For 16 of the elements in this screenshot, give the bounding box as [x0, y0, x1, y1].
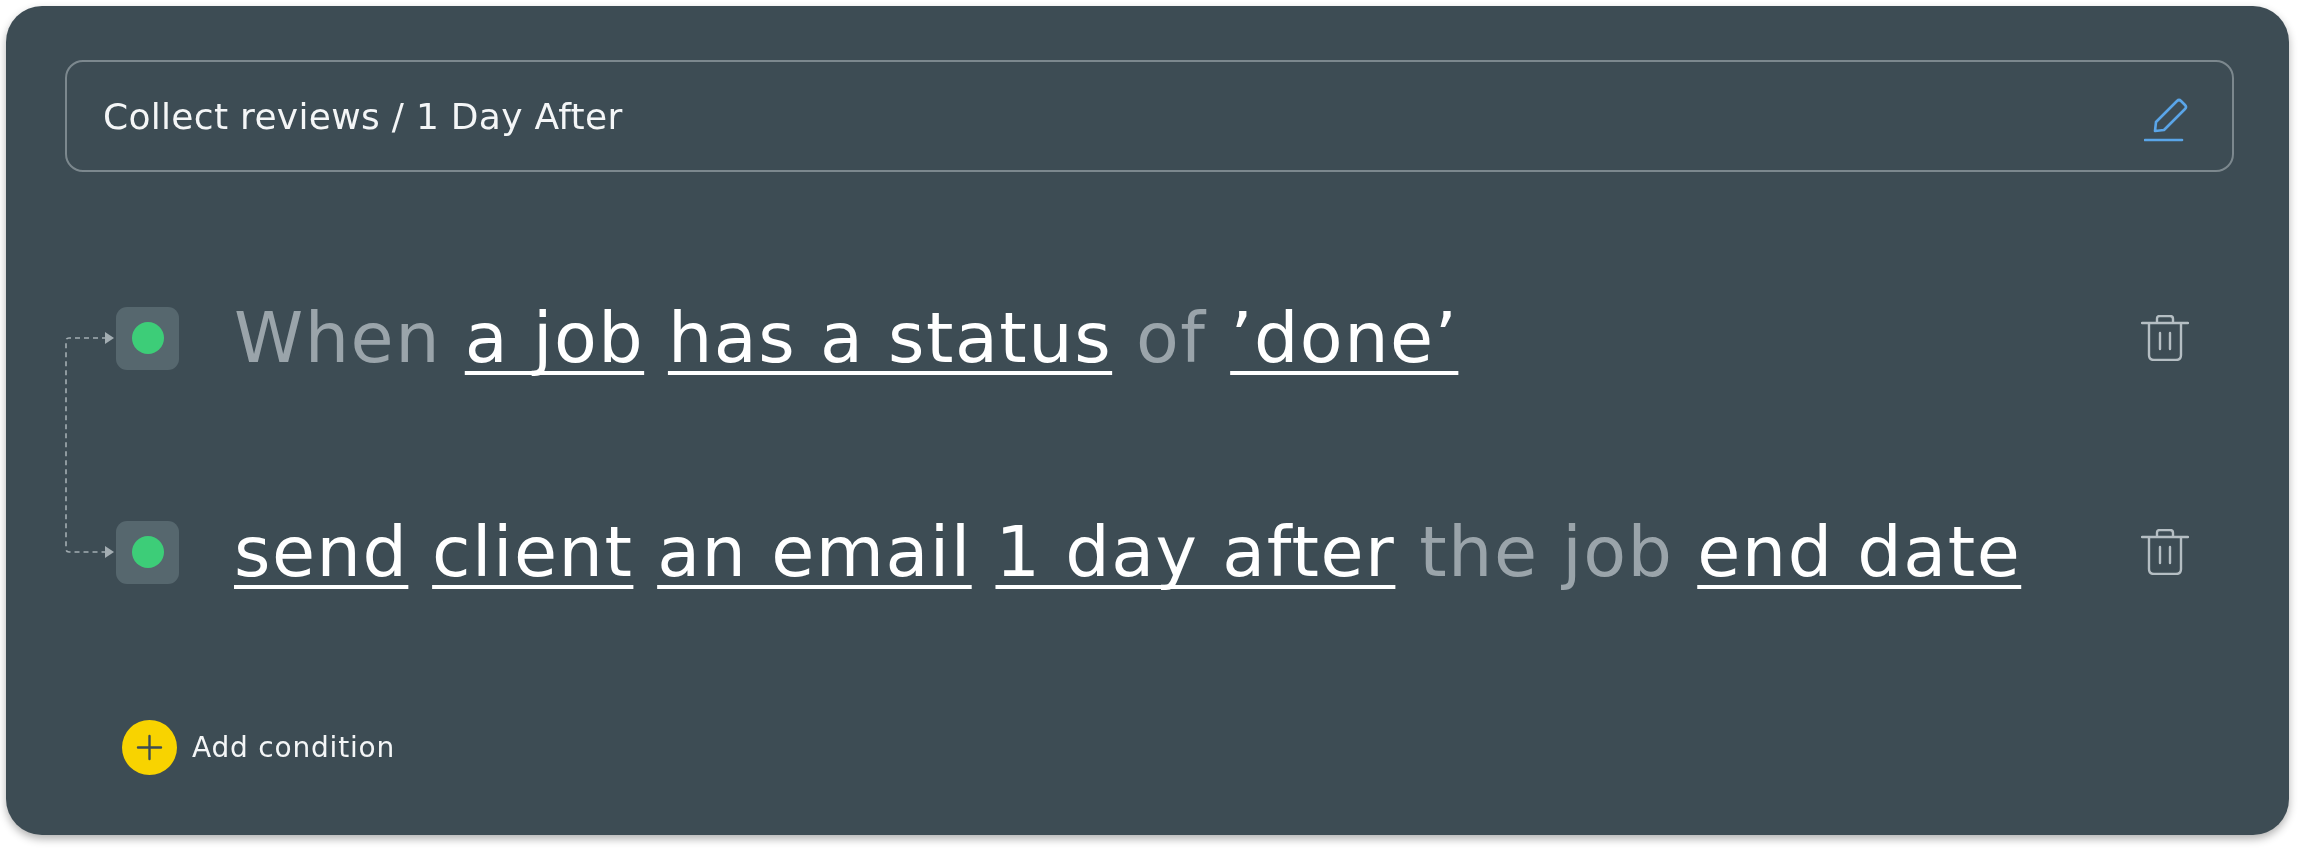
- rule-link[interactable]: client: [432, 511, 634, 593]
- rule-link[interactable]: end date: [1697, 511, 2022, 593]
- rule-sentence: When a job has a status of ’done’: [234, 296, 1460, 381]
- plus-icon: [122, 720, 177, 775]
- workflow-title: Collect reviews / 1 Day After: [103, 95, 623, 137]
- rule-sentence: send client an email 1 day after the job end date: [234, 510, 2023, 595]
- trash-icon[interactable]: [2141, 315, 2189, 361]
- rule-link[interactable]: ’done’: [1230, 297, 1459, 379]
- add-condition-button[interactable]: Add condition: [122, 720, 395, 775]
- trash-icon[interactable]: [2141, 529, 2189, 575]
- rule-link[interactable]: an email: [657, 511, 972, 593]
- rule-link[interactable]: send: [234, 511, 409, 593]
- rule-link[interactable]: has a status: [667, 297, 1113, 379]
- rule-link[interactable]: a job: [464, 297, 645, 379]
- rule-link[interactable]: 1 day after: [995, 511, 1396, 593]
- pencil-icon[interactable]: [2144, 98, 2188, 142]
